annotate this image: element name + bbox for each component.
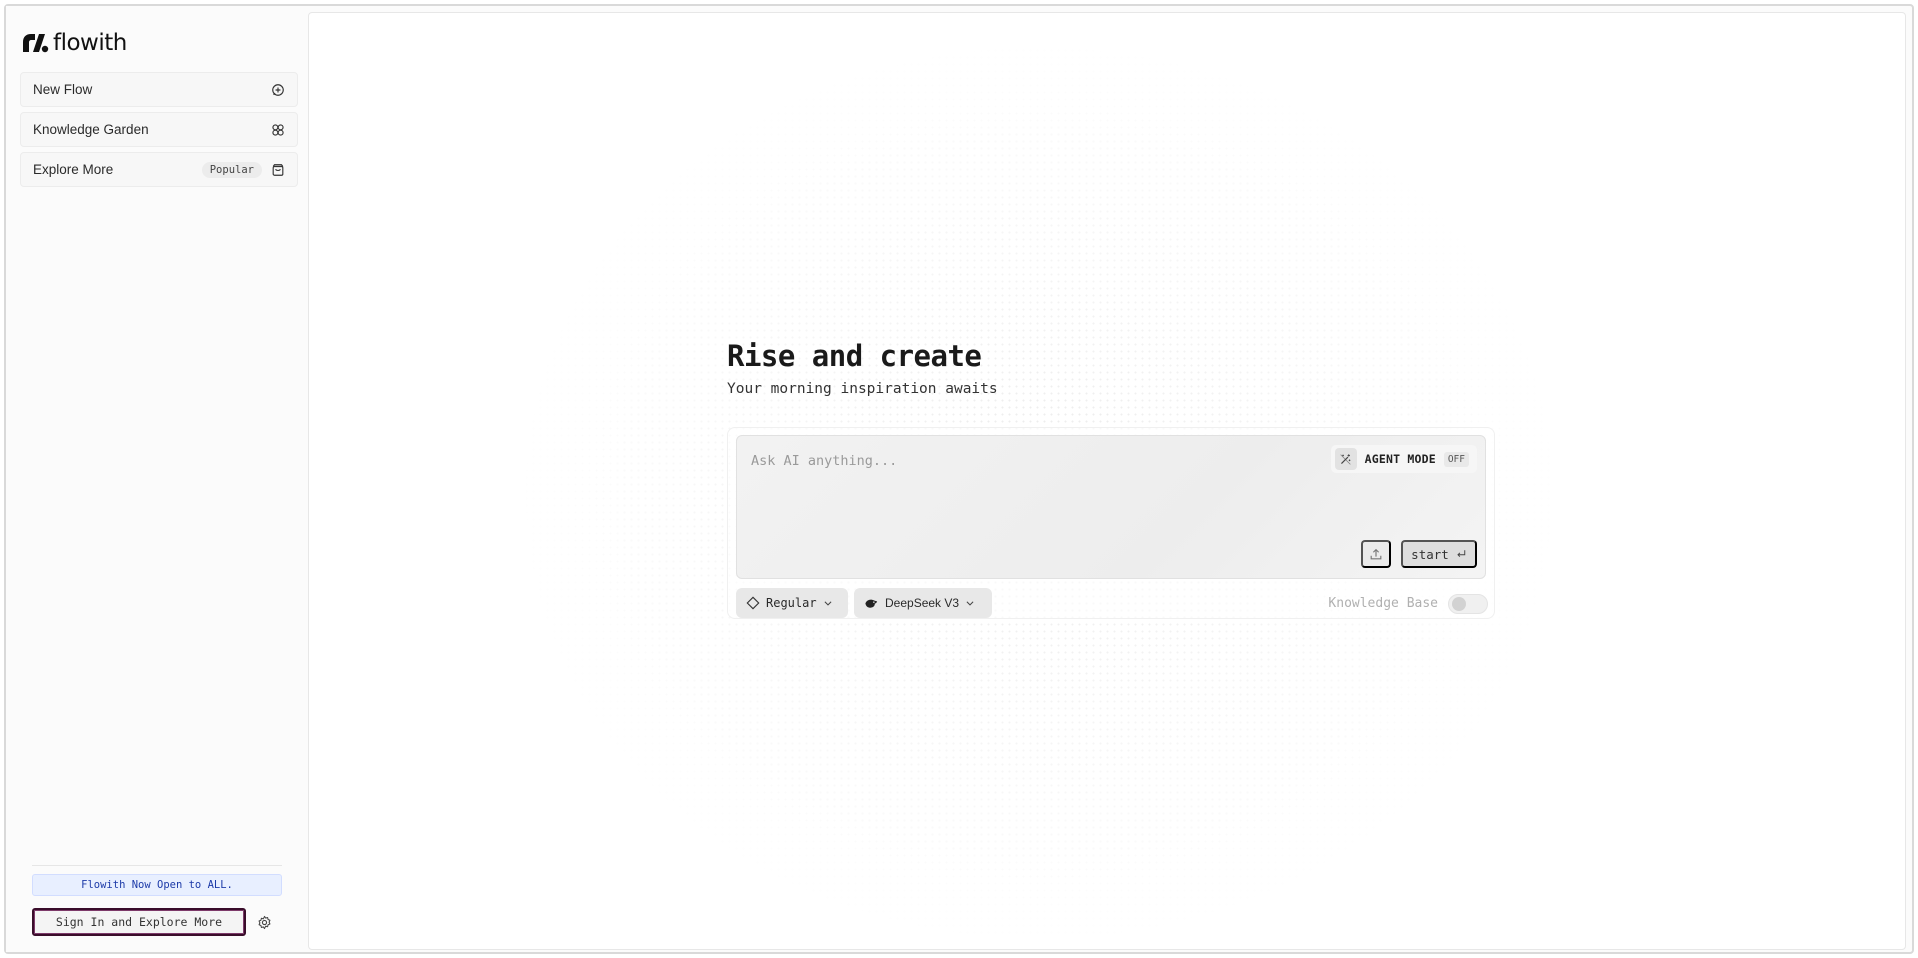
brand-logo[interactable]: flowith	[21, 30, 127, 56]
announcement-banner[interactable]: Flowith Now Open to ALL.	[32, 874, 282, 896]
upload-button[interactable]	[1361, 540, 1391, 568]
model-label: DeepSeek V3	[885, 596, 960, 610]
sidebar-footer: Flowith Now Open to ALL. Sign In and Exp…	[32, 865, 282, 936]
gear-icon[interactable]	[252, 910, 276, 934]
main-canvas: Rise and create Your morning inspiration…	[308, 12, 1906, 950]
flowith-logo-icon	[23, 34, 49, 53]
footer-actions: Sign In and Explore More	[32, 908, 282, 936]
diamond-icon	[746, 596, 760, 610]
chat-plus-icon	[270, 82, 285, 97]
page-subtitle: Your morning inspiration awaits	[727, 381, 998, 397]
agent-mode-state-badge: OFF	[1443, 451, 1469, 467]
sidebar-item-label: New Flow	[33, 82, 93, 97]
knowledge-base-label: Knowledge Base	[1328, 596, 1438, 611]
knowledge-base-toggle[interactable]	[1448, 594, 1488, 614]
deepseek-whale-icon	[865, 599, 878, 608]
page-title: Rise and create	[727, 339, 982, 373]
sign-in-button[interactable]: Sign In and Explore More	[32, 908, 246, 936]
start-label: start	[1411, 546, 1449, 562]
start-button[interactable]: start	[1401, 540, 1477, 568]
prompt-input[interactable]	[751, 450, 1311, 472]
mode-select[interactable]: Regular	[736, 588, 848, 618]
sidebar: flowith New Flow Knowledge Garden Explor…	[6, 6, 308, 952]
chevron-down-icon	[966, 601, 974, 606]
app-window: flowith New Flow Knowledge Garden Explor…	[4, 4, 1914, 954]
composer-box[interactable]: AGENT MODE OFF start	[736, 435, 1486, 579]
toggle-knob	[1452, 597, 1466, 611]
model-select[interactable]: DeepSeek V3	[854, 588, 992, 618]
chevron-down-icon	[824, 601, 832, 606]
enter-key-icon	[1457, 550, 1466, 557]
garden-icon	[270, 122, 285, 137]
agent-mode-label: AGENT MODE	[1364, 452, 1436, 466]
composer-panel: AGENT MODE OFF start Regular DeepSeek V	[727, 427, 1495, 619]
popular-badge: Popular	[201, 161, 262, 178]
hero: Rise and create Your morning inspiration…	[727, 339, 998, 397]
mode-label: Regular	[766, 596, 817, 610]
agent-mode-toggle[interactable]: AGENT MODE OFF	[1330, 445, 1477, 473]
sidebar-item-explore-more[interactable]: Explore More Popular	[20, 152, 298, 187]
magic-wand-icon	[1334, 448, 1357, 470]
sidebar-item-knowledge-garden[interactable]: Knowledge Garden	[20, 112, 298, 147]
upload-icon	[1370, 548, 1382, 560]
divider	[32, 865, 282, 866]
sidebar-nav: New Flow Knowledge Garden Explore More P…	[20, 72, 298, 192]
bag-icon	[270, 162, 285, 177]
sidebar-item-label: Explore More	[33, 162, 114, 177]
brand-name: flowith	[53, 30, 127, 56]
sidebar-item-new-flow[interactable]: New Flow	[20, 72, 298, 107]
sidebar-item-label: Knowledge Garden	[33, 122, 149, 137]
